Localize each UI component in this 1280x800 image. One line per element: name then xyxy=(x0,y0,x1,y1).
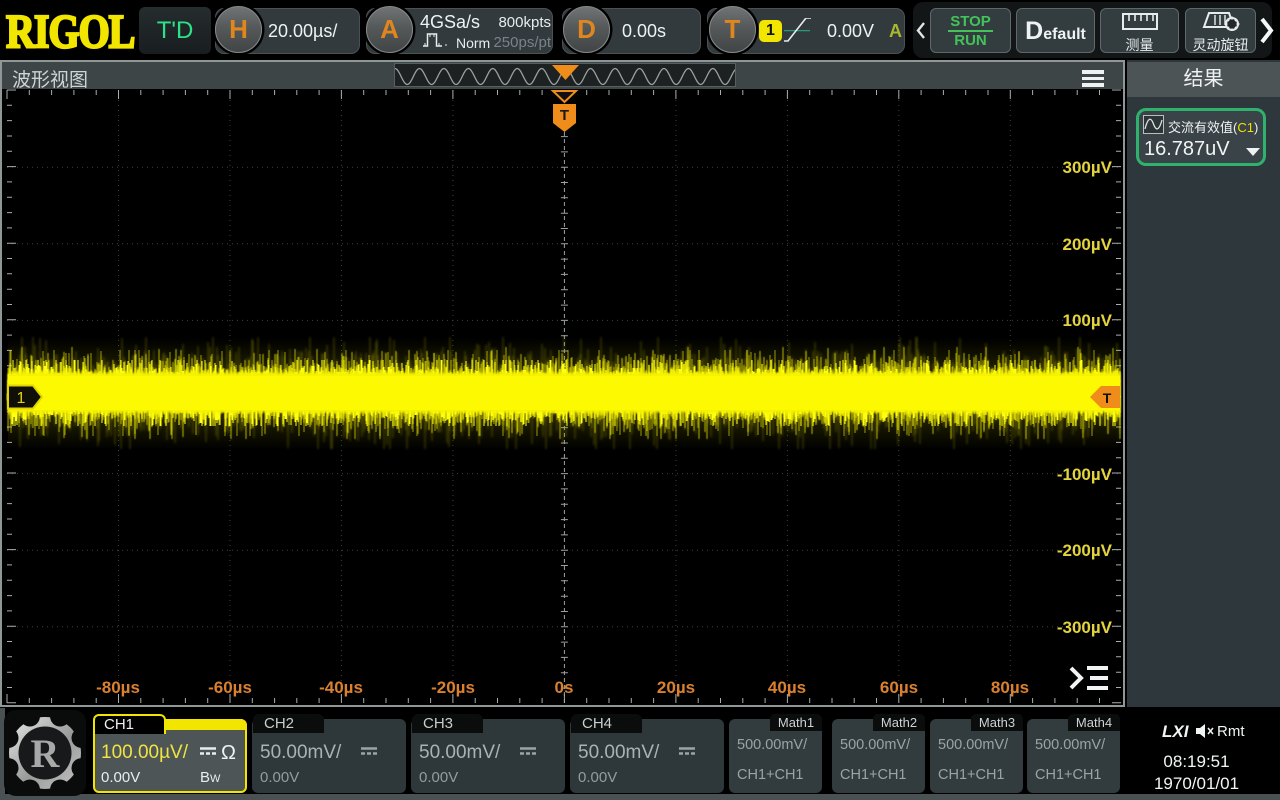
svg-text:R: R xyxy=(31,731,61,776)
svg-text:40µs: 40µs xyxy=(768,678,806,697)
svg-text:100µV: 100µV xyxy=(1063,311,1113,330)
svg-text:-300µV: -300µV xyxy=(1057,618,1113,637)
svg-text:-100µV: -100µV xyxy=(1057,465,1113,484)
svg-text:200µV: 200µV xyxy=(1063,235,1113,254)
svg-text:0s: 0s xyxy=(555,678,574,697)
svg-text:-200µV: -200µV xyxy=(1057,541,1113,560)
svg-text:1: 1 xyxy=(17,390,26,407)
svg-text:60µs: 60µs xyxy=(880,678,918,697)
svg-text:20µs: 20µs xyxy=(657,678,695,697)
svg-text:T: T xyxy=(560,107,569,124)
svg-text:-20µs: -20µs xyxy=(431,678,475,697)
svg-text:300µV: 300µV xyxy=(1063,158,1113,177)
svg-text:-60µs: -60µs xyxy=(208,678,252,697)
svg-text:80µs: 80µs xyxy=(991,678,1029,697)
svg-text:T: T xyxy=(1103,390,1112,406)
svg-text:-40µs: -40µs xyxy=(319,678,363,697)
svg-text:-80µs: -80µs xyxy=(96,678,140,697)
